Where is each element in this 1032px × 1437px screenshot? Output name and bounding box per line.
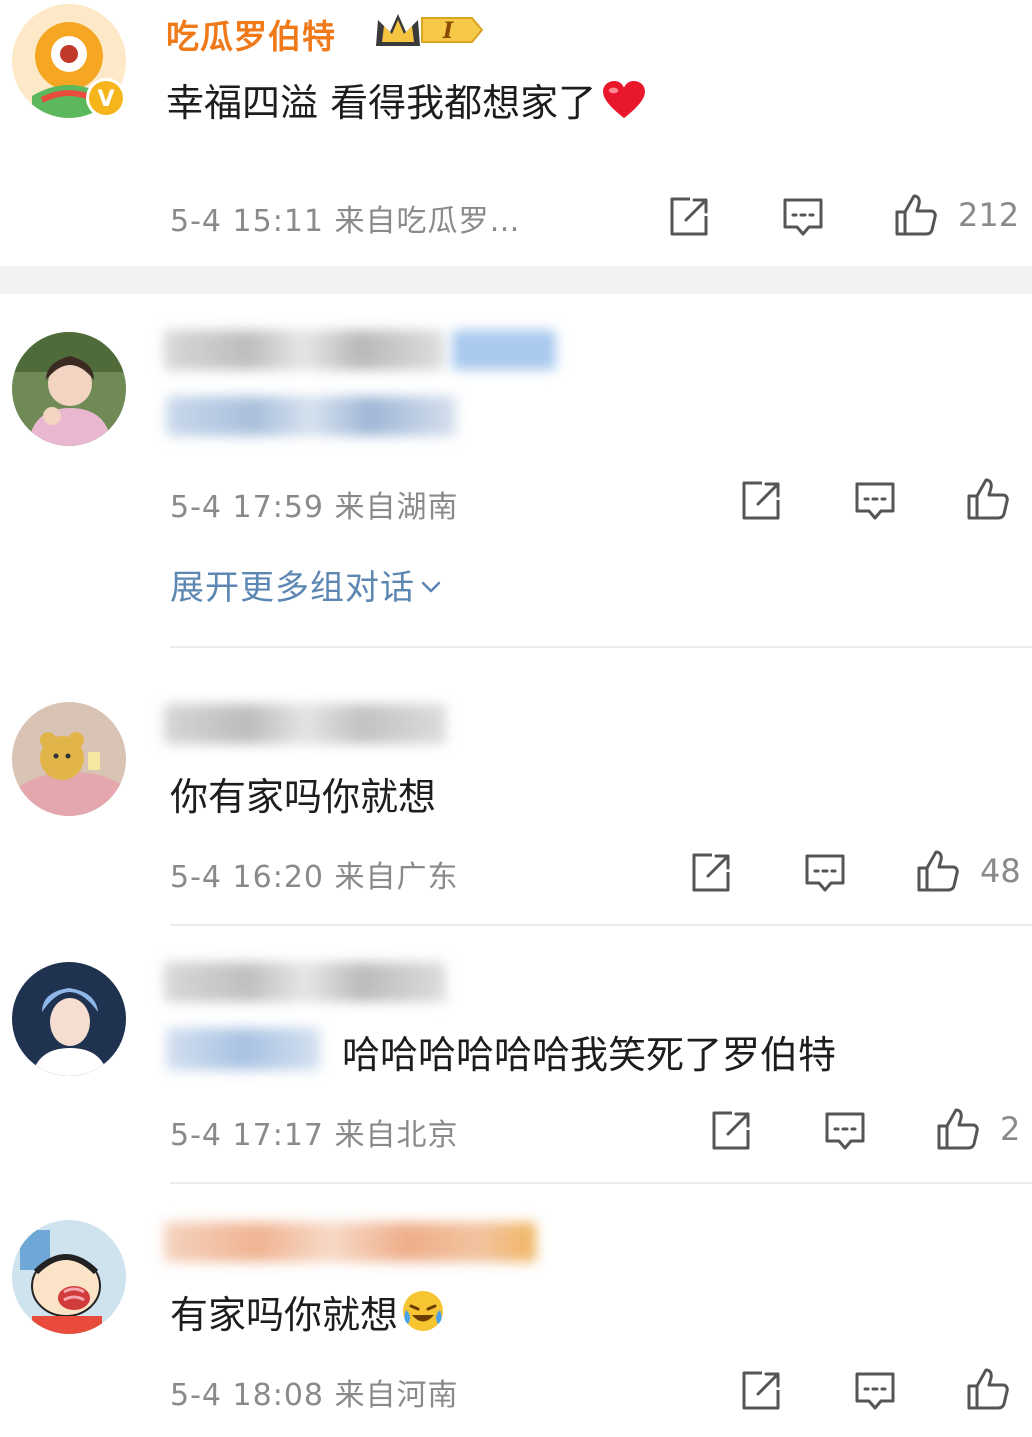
- username[interactable]: 吃瓜罗伯特: [166, 10, 336, 58]
- like-count: 212: [958, 196, 1020, 234]
- like-icon[interactable]: [964, 476, 1010, 522]
- verified-badge-icon: V: [86, 78, 126, 118]
- comment-meta: 5-4 18:08 来自河南: [170, 1378, 459, 1413]
- comment-meta: 5-4 16:20 来自广东: [170, 860, 459, 895]
- reply-icon[interactable]: [822, 1108, 868, 1154]
- like-icon[interactable]: [964, 1366, 1010, 1412]
- share-icon[interactable]: [708, 1108, 754, 1154]
- share-icon[interactable]: [738, 1368, 784, 1414]
- comment-meta: 5-4 15:11 来自吃瓜罗…: [170, 204, 521, 239]
- divider: [170, 1182, 1032, 1184]
- share-icon[interactable]: [666, 194, 712, 240]
- comment-text: 哈哈哈哈哈哈我笑死了罗伯特: [342, 1033, 837, 1077]
- avatar[interactable]: [12, 702, 126, 816]
- avatar[interactable]: [12, 332, 126, 446]
- reply-icon[interactable]: [802, 850, 848, 896]
- svg-text:I: I: [442, 18, 454, 44]
- reply-icon[interactable]: [852, 1368, 898, 1414]
- blurred-comment-text: [166, 396, 456, 436]
- divider: [170, 924, 1032, 926]
- blurred-username: [164, 1222, 536, 1262]
- comment-text: 你有家吗你就想: [170, 775, 437, 819]
- comment-body: 有家吗你就想: [170, 1293, 399, 1337]
- laughing-crying-emoji-icon: [400, 1288, 446, 1334]
- comment-meta: 5-4 17:59 来自湖南: [170, 490, 459, 525]
- section-divider: [0, 266, 1032, 294]
- expand-label: 展开更多组对话: [170, 568, 415, 608]
- blurred-username: [164, 962, 446, 1002]
- blurred-mention: [166, 1028, 320, 1070]
- like-icon[interactable]: [892, 192, 938, 238]
- divider: [170, 646, 1032, 648]
- comment-text: 有家吗你就想: [170, 1284, 446, 1339]
- like-icon[interactable]: [914, 848, 960, 894]
- vip-crown-icon: I: [372, 8, 484, 52]
- reply-icon[interactable]: [780, 194, 826, 240]
- blurred-badge: [452, 330, 556, 370]
- comment-body: 幸福四溢 看得我都想家了: [166, 81, 597, 125]
- like-count: 2: [1000, 1110, 1021, 1148]
- like-icon[interactable]: [934, 1106, 980, 1152]
- share-icon[interactable]: [688, 850, 734, 896]
- comment-text: 幸福四溢 看得我都想家了: [166, 72, 648, 127]
- blurred-username: [164, 704, 446, 744]
- svg-text:V: V: [97, 87, 114, 112]
- reply-icon[interactable]: [852, 478, 898, 524]
- comment-meta: 5-4 17:17 来自北京: [170, 1118, 459, 1153]
- blurred-username: [164, 330, 444, 370]
- share-icon[interactable]: [738, 478, 784, 524]
- chevron-down-icon: [419, 566, 443, 593]
- expand-conversation-link[interactable]: 展开更多组对话: [170, 560, 443, 609]
- heart-emoji-icon: [600, 80, 648, 120]
- like-count: 48: [980, 852, 1021, 890]
- avatar[interactable]: [12, 1220, 126, 1334]
- avatar[interactable]: [12, 962, 126, 1076]
